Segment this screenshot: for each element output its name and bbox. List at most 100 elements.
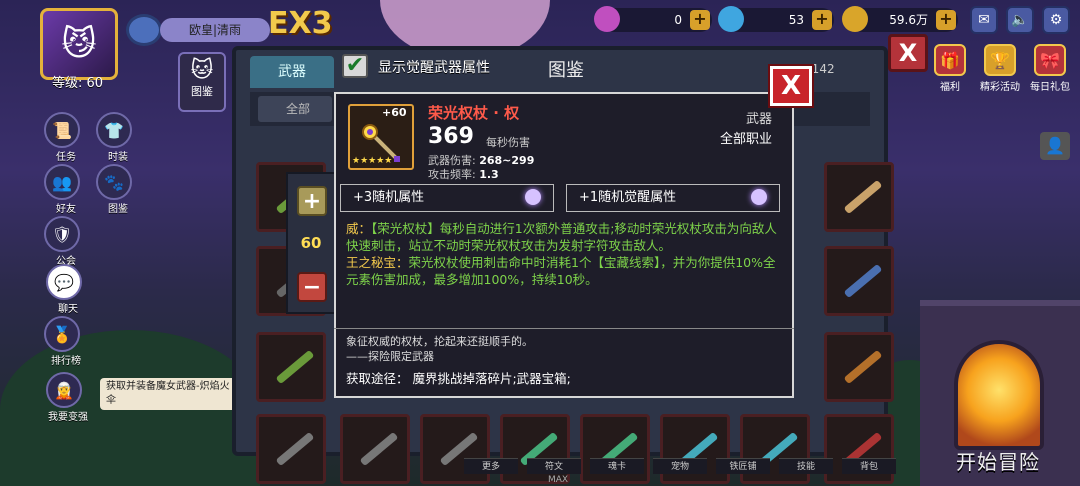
attack-rate-label: 攻击频率: bbox=[428, 168, 476, 181]
weapon-slot[interactable] bbox=[256, 414, 326, 484]
weapon-description: 威：【荣光权杖】每秒自动进行1次额外普通攻击;移动时荣光权杖攻击为向敌人快速刺击… bbox=[346, 220, 786, 288]
welfare-label: 福利 bbox=[940, 82, 960, 93]
dps-label: 每秒伤害 bbox=[486, 136, 530, 149]
random-awaken-attribute-button[interactable]: +1随机觉醒属性 bbox=[566, 184, 780, 212]
flavor-line: ——探险限定武器 bbox=[346, 350, 434, 363]
nav-blacksmith[interactable]: 铁匠铺 bbox=[716, 458, 770, 474]
skill-text: 荣光权杖使用刺击命中时消耗1个【宝藏线索】，并为你提供10%全元素伤害加成，最多… bbox=[346, 255, 776, 287]
present-icon: 🎀 bbox=[1034, 44, 1066, 76]
strong-character-icon: 🧝 bbox=[46, 372, 82, 408]
add-gem-button[interactable]: + bbox=[690, 10, 710, 30]
ranking-button[interactable]: 🏅 排行榜 bbox=[44, 316, 88, 367]
random-attribute-button[interactable]: +3随机属性 bbox=[340, 184, 554, 212]
become-stronger-button[interactable]: 🧝 我要变强 bbox=[46, 372, 90, 423]
codex-title: 图鉴 bbox=[548, 60, 584, 81]
codex-button[interactable]: 🐱 图鉴 bbox=[178, 52, 226, 112]
awaken-toggle-label: 显示觉醒武器属性 bbox=[378, 60, 490, 76]
diamond-icon bbox=[718, 6, 744, 32]
rank-badge-icon[interactable] bbox=[126, 14, 162, 46]
attack-rate: 攻击频率: 1.3 bbox=[428, 166, 499, 182]
daily-gift-button[interactable]: 🎀 每日礼包 bbox=[1030, 44, 1070, 93]
trophy-icon: 🏆 bbox=[984, 44, 1016, 76]
flavor-line: 象征权威的权杖，抡起来还挺顺手的。 bbox=[346, 335, 533, 348]
gem-icon bbox=[594, 6, 620, 32]
nav-soul-cards[interactable]: 魂卡 bbox=[590, 458, 644, 474]
skill-text: 【荣光权杖】每秒自动进行1次额外普通攻击;移动时荣光权杖攻击为向敌人快速刺击，站… bbox=[346, 221, 777, 253]
flavor-text: 象征权威的权杖，抡起来还挺顺手的。 ——探险限定武器 bbox=[346, 334, 533, 364]
tab-weapons[interactable]: 武器 bbox=[250, 56, 334, 88]
acquisition-source: 获取途径： 魔界挑战掉落碎片;武器宝箱; bbox=[346, 371, 571, 386]
nav-pets[interactable]: 宠物 bbox=[653, 458, 707, 474]
events-button[interactable]: 🏆 精彩活动 bbox=[980, 44, 1020, 93]
quest-tip[interactable]: 获取并装备魔女武器-炽焰火伞 bbox=[100, 378, 240, 410]
weapon-slot[interactable] bbox=[824, 162, 894, 232]
nav-backpack[interactable]: 背包 bbox=[842, 458, 896, 474]
sound-button[interactable]: 🔈 bbox=[1006, 6, 1034, 34]
avatar-face-icon: 😼 bbox=[61, 24, 97, 64]
ranking-label: 排行榜 bbox=[51, 356, 81, 367]
weapon-slot[interactable] bbox=[340, 414, 410, 484]
item-class: 全部职业 bbox=[719, 132, 772, 147]
player-name: 欧皇|清雨 bbox=[160, 18, 270, 42]
gallery-button[interactable]: 🐾 图鉴 bbox=[96, 164, 140, 215]
character-button[interactable]: 👤 bbox=[1040, 132, 1070, 160]
decrease-button[interactable]: − bbox=[297, 272, 327, 302]
skill-name: 威： bbox=[346, 221, 372, 236]
welfare-button[interactable]: 🎁 福利 bbox=[930, 44, 970, 93]
attack-rate-value: 1.3 bbox=[479, 168, 499, 181]
nav-skills[interactable]: 技能 bbox=[779, 458, 833, 474]
bottom-nav: 更多 符文 魂卡 宠物 铁匠铺 技能 背包 bbox=[464, 458, 896, 474]
item-category: 武器 bbox=[745, 112, 772, 127]
chat-label: 聊天 bbox=[58, 304, 78, 315]
portal[interactable] bbox=[954, 340, 1044, 450]
magnifier-icon bbox=[751, 189, 767, 205]
guild-shield-icon: 🛡 bbox=[44, 216, 80, 252]
guild-button[interactable]: 🛡 公会 bbox=[44, 216, 88, 267]
start-adventure-button[interactable]: 开始冒险 bbox=[956, 446, 1040, 475]
speaker-icon: 🔈 bbox=[1011, 12, 1029, 28]
chat-button[interactable]: 💬 聊天 bbox=[46, 264, 90, 315]
weapon-slot[interactable] bbox=[824, 246, 894, 316]
equip-button[interactable]: 👕 时装 bbox=[96, 112, 140, 163]
weapon-slot[interactable] bbox=[256, 332, 326, 402]
gold-counter: 59.6万 + bbox=[842, 6, 958, 32]
add-diamond-button[interactable]: + bbox=[812, 10, 832, 30]
task-scroll-icon: 📜 bbox=[44, 112, 80, 148]
increase-button[interactable]: + bbox=[297, 186, 327, 216]
player-avatar[interactable]: 😼 bbox=[40, 8, 118, 80]
player-level: 等级: 60 bbox=[52, 76, 104, 91]
quantity-stepper: + 60 − bbox=[286, 172, 336, 314]
friends-button[interactable]: 👥 好友 bbox=[44, 164, 88, 215]
weapon-icon bbox=[359, 431, 399, 467]
popup-close-button[interactable]: X bbox=[768, 64, 814, 108]
gold-value: 59.6万 bbox=[889, 13, 928, 27]
nav-runes[interactable]: 符文 bbox=[527, 458, 581, 474]
friends-icon: 👥 bbox=[44, 164, 80, 200]
settings-button[interactable]: ⚙ bbox=[1042, 6, 1070, 34]
filter-dropdown[interactable]: 全部 bbox=[258, 96, 332, 122]
checkmark-icon[interactable]: ✔ bbox=[342, 54, 368, 78]
gallery-label: 图鉴 bbox=[108, 204, 128, 215]
ex-badge[interactable]: EX3 bbox=[268, 6, 333, 41]
friends-label: 好友 bbox=[56, 204, 76, 215]
random-attribute-label: +3随机属性 bbox=[353, 190, 425, 205]
become-stronger-label: 我要变强 bbox=[48, 412, 88, 423]
add-gold-button[interactable]: + bbox=[936, 10, 956, 30]
mail-button[interactable]: ✉ bbox=[970, 6, 998, 34]
dps-value: 369 bbox=[428, 124, 474, 149]
events-label: 精彩活动 bbox=[980, 82, 1020, 93]
tasks-button[interactable]: 📜 任务 bbox=[44, 112, 88, 163]
gift-box-icon: 🎁 bbox=[934, 44, 966, 76]
max-label: MAX bbox=[548, 475, 569, 485]
gallery-icon: 🐾 bbox=[96, 164, 132, 200]
magnifier-icon bbox=[525, 189, 541, 205]
weapon-slot[interactable] bbox=[824, 332, 894, 402]
chat-bubble-icon: 💬 bbox=[46, 264, 82, 300]
weapon-icon bbox=[843, 349, 883, 385]
tasks-label: 任务 bbox=[56, 152, 76, 163]
diamond-value: 53 bbox=[788, 13, 804, 27]
nav-more[interactable]: 更多 bbox=[464, 458, 518, 474]
codex-close-button[interactable]: X bbox=[888, 34, 928, 72]
star-rating: ★★★★★ bbox=[352, 156, 393, 166]
upgrade-level: +60 bbox=[382, 106, 407, 119]
